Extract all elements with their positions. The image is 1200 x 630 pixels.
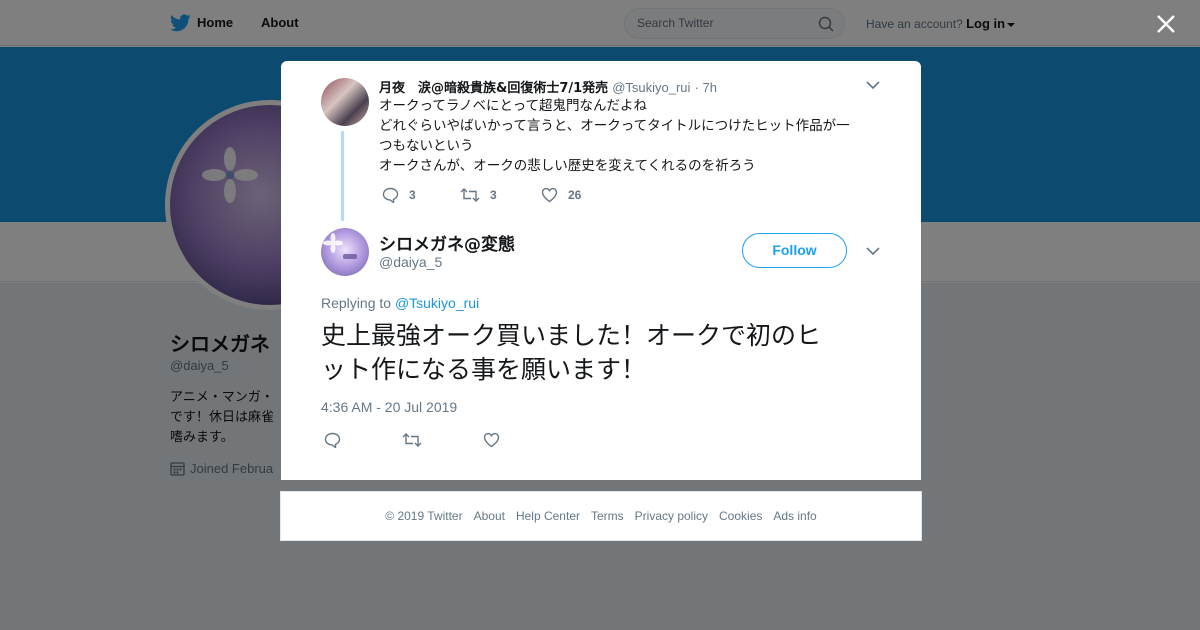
main-author-name[interactable]: シロメガネ@変態	[379, 230, 515, 255]
footer-link-terms[interactable]: Terms	[591, 509, 624, 523]
retweet-button[interactable]	[402, 431, 432, 449]
chevron-down-icon[interactable]	[865, 79, 881, 91]
follow-button[interactable]: Follow	[742, 233, 847, 268]
tweet-modal: 月夜 涙@暗殺貴族&回復術士7/1発売 @Tsukiyo_rui · 7h オーク…	[281, 61, 921, 480]
tweet-timestamp[interactable]: 4:36 AM - 20 Jul 2019	[321, 399, 457, 415]
footer-link-ads-info[interactable]: Ads info	[773, 509, 816, 523]
chevron-down-icon[interactable]	[865, 245, 881, 257]
parent-author-name[interactable]: 月夜 涙@暗殺貴族&回復術士7/1発売	[379, 81, 608, 96]
parent-tweet-time[interactable]: · 7h	[695, 80, 717, 95]
like-button[interactable]: 26	[541, 186, 581, 204]
reply-count: 3	[409, 188, 416, 202]
footer-link-about[interactable]: About	[474, 509, 505, 523]
footer-link-help-center[interactable]: Help Center	[516, 509, 580, 523]
footer-link-privacy[interactable]: Privacy policy	[635, 509, 708, 523]
like-count: 26	[568, 188, 582, 202]
parent-tweet-line: オークさんが、オークの悲しい歴史を変えてくれるのを祈ろう	[379, 158, 756, 174]
main-tweet-line: 史上最強オーク買いました！オークで初のヒ	[321, 321, 822, 350]
modal-footer: © 2019 Twitter About Help Center Terms P…	[280, 491, 922, 541]
thread-connector-line	[341, 131, 344, 221]
parent-tweet-line: どれぐらいやばいかって言うと、オークってタイトルにつけたヒット作品が一	[379, 118, 850, 134]
parent-tweet-text: オークってラノベにとって超鬼門なんだよね どれぐらいやばいかって言うと、オークっ…	[379, 96, 879, 176]
parent-author-handle[interactable]: @Tsukiyo_rui	[612, 80, 690, 95]
main-tweet-line: ット作になる事を願います！	[321, 355, 647, 384]
main-tweet-text: 史上最強オーク買いました！オークで初のヒ ット作になる事を願います！	[321, 319, 886, 387]
footer-link-cookies[interactable]: Cookies	[719, 509, 762, 523]
heart-icon	[483, 432, 500, 448]
replying-to: Replying to @Tsukiyo_rui	[321, 295, 479, 311]
parent-tweet-line: オークってラノベにとって超鬼門なんだよね	[379, 98, 647, 114]
reply-button[interactable]: 3	[382, 186, 416, 204]
reply-icon	[382, 187, 399, 203]
footer-copyright: © 2019 Twitter	[385, 509, 463, 523]
avatar[interactable]	[321, 228, 369, 276]
retweet-button[interactable]: 3	[460, 186, 497, 204]
avatar[interactable]	[321, 78, 369, 126]
replying-prefix: Replying to	[321, 295, 392, 311]
parent-tweet-line: つもないという	[379, 138, 474, 154]
retweet-icon	[460, 188, 480, 202]
replying-to-link[interactable]: @Tsukiyo_rui	[395, 295, 479, 311]
reply-icon	[324, 432, 341, 448]
retweet-count: 3	[490, 188, 497, 202]
retweet-icon	[402, 433, 422, 447]
reply-button[interactable]	[324, 431, 351, 449]
close-icon[interactable]	[1155, 13, 1177, 35]
main-author-handle[interactable]: @daiya_5	[379, 254, 442, 270]
parent-tweet-header: 月夜 涙@暗殺貴族&回復術士7/1発売 @Tsukiyo_rui · 7h	[379, 77, 717, 96]
like-button[interactable]	[483, 431, 510, 449]
heart-icon	[541, 187, 558, 203]
flower-hair-ornament-icon	[323, 233, 357, 259]
